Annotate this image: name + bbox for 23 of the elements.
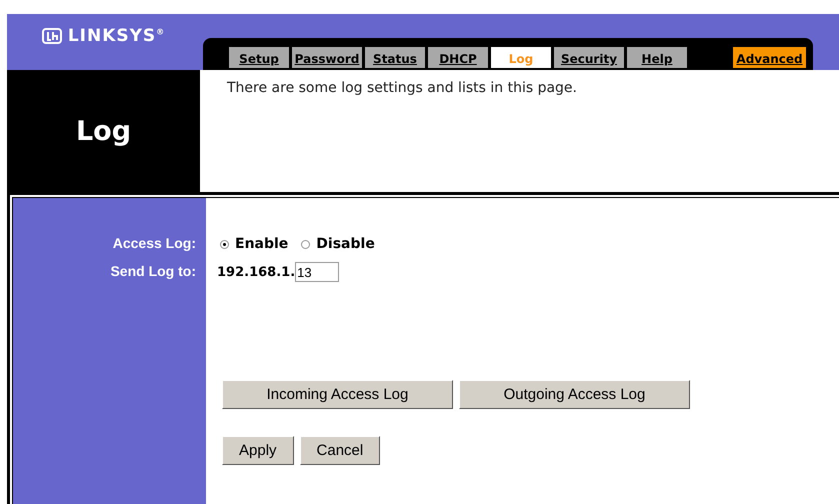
radio-label: Enable xyxy=(235,236,288,252)
field-label: Access Log: xyxy=(112,235,196,251)
radio-label: Disable xyxy=(316,236,375,252)
log-button[interactable]: Outgoing Access Log xyxy=(459,380,690,409)
log-button[interactable]: Incoming Access Log xyxy=(222,380,453,409)
nav-tab[interactable]: Security xyxy=(554,47,624,68)
logo-text: LINKSYS$^{®}$ xyxy=(68,26,166,46)
nav-tab[interactable]: Help xyxy=(627,47,687,68)
page-title: Log xyxy=(76,116,132,146)
nav-tab[interactable]: Password xyxy=(292,47,362,68)
apply-button[interactable]: Apply xyxy=(222,436,294,465)
nav-tab[interactable]: Status xyxy=(365,47,425,68)
ip-input-field[interactable]: 13 xyxy=(295,262,340,282)
nav-tab[interactable]: Advanced xyxy=(733,47,806,68)
field-label: Send Log to: xyxy=(110,263,196,279)
ip-prefix: 192.168.1. xyxy=(217,264,296,280)
radio-button[interactable] xyxy=(301,240,310,248)
nav-tab[interactable]: DHCP xyxy=(428,47,488,68)
cancel-button[interactable]: Cancel xyxy=(300,436,380,465)
page-description: There are some log settings and lists in this page. xyxy=(226,79,577,98)
radio-button[interactable] xyxy=(220,240,229,248)
nav-tab[interactable]: Setup xyxy=(229,47,289,68)
logo-icon xyxy=(42,28,62,44)
